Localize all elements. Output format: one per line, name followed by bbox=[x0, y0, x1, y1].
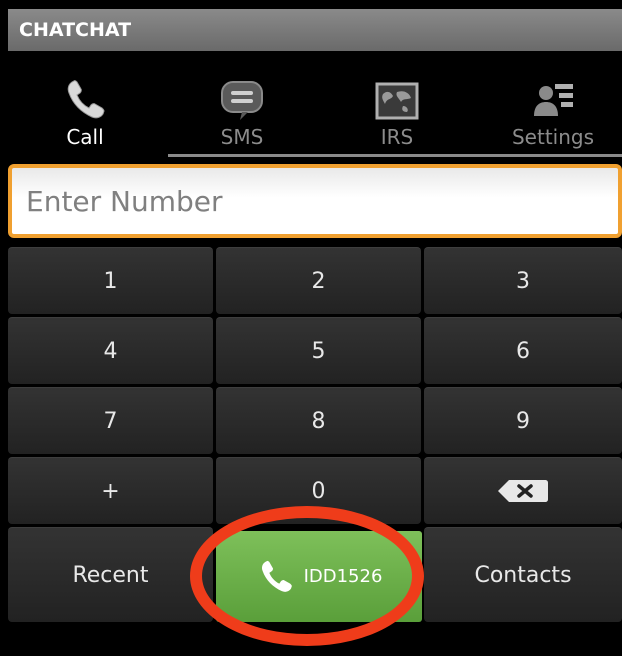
recent-button[interactable]: Recent bbox=[8, 527, 213, 622]
key-4[interactable]: 4 bbox=[8, 317, 213, 384]
contacts-button[interactable]: Contacts bbox=[424, 527, 622, 622]
phone-icon bbox=[261, 560, 292, 592]
tab-underline bbox=[168, 154, 622, 157]
key-0[interactable]: 0 bbox=[216, 457, 421, 524]
tab-label: IRS bbox=[380, 125, 414, 149]
app-title: CHATCHAT bbox=[19, 19, 132, 41]
tab-label: SMS bbox=[220, 125, 264, 149]
key-5[interactable]: 5 bbox=[216, 317, 421, 384]
tab-irs[interactable]: IRS bbox=[322, 72, 472, 152]
key-plus[interactable]: + bbox=[8, 457, 213, 524]
tab-bar: Call SMS IRS Settings bbox=[0, 72, 622, 162]
key-7[interactable]: 7 bbox=[8, 387, 213, 454]
key-8[interactable]: 8 bbox=[216, 387, 421, 454]
tab-sms[interactable]: SMS bbox=[167, 72, 317, 152]
tab-call[interactable]: Call bbox=[10, 72, 160, 152]
key-2[interactable]: 2 bbox=[216, 247, 421, 314]
key-6[interactable]: 6 bbox=[424, 317, 622, 384]
app-title-bar: CHATCHAT bbox=[8, 9, 622, 51]
contact-list-icon bbox=[534, 84, 573, 116]
key-1[interactable]: 1 bbox=[8, 247, 213, 314]
backspace-icon bbox=[498, 480, 548, 502]
tab-settings[interactable]: Settings bbox=[478, 72, 622, 152]
call-button[interactable]: IDD1526 bbox=[216, 531, 422, 622]
world-map-icon bbox=[375, 82, 419, 120]
call-button-label: IDD1526 bbox=[303, 566, 383, 587]
chat-bubble-icon bbox=[221, 81, 263, 120]
phone-number-input[interactable] bbox=[8, 164, 622, 238]
phone-icon bbox=[67, 80, 105, 119]
tab-label: Settings bbox=[511, 125, 595, 149]
tab-label: Call bbox=[66, 125, 104, 149]
key-9[interactable]: 9 bbox=[424, 387, 622, 454]
backspace-button[interactable] bbox=[424, 457, 622, 524]
key-3[interactable]: 3 bbox=[424, 247, 622, 314]
